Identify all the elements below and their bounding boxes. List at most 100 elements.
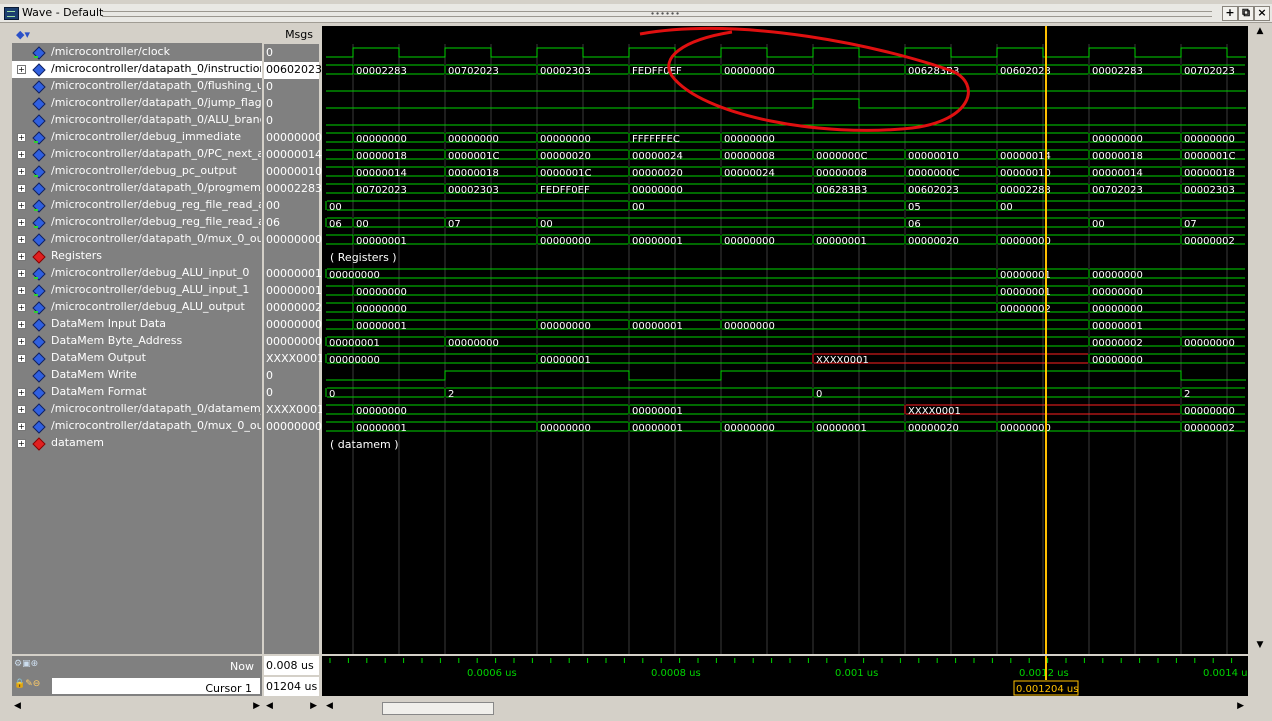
scroll-left-arrow-icon[interactable]: ◀ <box>326 701 333 711</box>
signal-row[interactable]: + /microcontroller/debug_ALU_input_0 <box>12 265 262 282</box>
expand-icon[interactable]: + <box>17 235 26 244</box>
signal-row[interactable]: + DataMem Input Data <box>12 316 262 333</box>
bus-value: 00000000 <box>632 185 683 196</box>
signal-row[interactable]: + /microcontroller/datapath_0/datamem_o..… <box>12 401 262 418</box>
cursor-name-box[interactable]: Cursor 1 <box>52 678 260 695</box>
signal-row[interactable]: + DataMem Format <box>12 384 262 401</box>
scroll-down-arrow-icon[interactable]: ▼ <box>1253 640 1267 654</box>
bus-value: 00000000 <box>329 270 380 281</box>
signal-row[interactable]: + DataMem Byte_Address <box>12 333 262 350</box>
scroll-left-arrow-icon[interactable]: ◀ <box>14 701 21 711</box>
signal-row[interactable]: + /microcontroller/debug_reg_file_read_ad… <box>12 197 262 214</box>
signal-row[interactable]: /microcontroller/datapath_0/flushing_uni… <box>12 78 262 95</box>
close-icon[interactable]: × <box>1254 6 1270 21</box>
wave-horizontal-scrollbar[interactable]: ◀ ▶ <box>322 700 1248 716</box>
signal-row[interactable]: + /microcontroller/debug_ALU_output <box>12 299 262 316</box>
add-icon[interactable]: + <box>1222 6 1238 21</box>
signal-row[interactable]: + DataMem Output <box>12 350 262 367</box>
scroll-up-arrow-icon[interactable]: ▲ <box>1253 26 1267 40</box>
signal-row[interactable]: /microcontroller/datapath_0/ALU_branch..… <box>12 112 262 129</box>
signal-name: /microcontroller/debug_ALU_output <box>51 300 245 313</box>
bus-value: 00000000 <box>724 66 775 77</box>
diamond-signal-icon <box>32 403 46 417</box>
signal-row[interactable]: + /microcontroller/debug_pc_output <box>12 163 262 180</box>
signal-row[interactable]: + /microcontroller/datapath_0/mux_0_outpu… <box>12 231 262 248</box>
signal-row[interactable]: + /microcontroller/datapath_0/PC_next_a..… <box>12 146 262 163</box>
green-arrow-signal-icon <box>32 199 46 213</box>
vertical-scrollbar[interactable]: ▲ ▼ <box>1250 26 1270 654</box>
bus-value: 0000000C <box>816 151 868 162</box>
cursor-lock-icon[interactable]: 🔒✎⊖ <box>14 679 40 689</box>
values-horizontal-scrollbar[interactable]: ◀ ▶ <box>264 700 319 716</box>
expand-icon[interactable]: + <box>17 133 26 142</box>
annotation-circle <box>639 27 970 132</box>
bus-value: 00000020 <box>632 168 683 179</box>
expand-icon[interactable]: + <box>17 337 26 346</box>
diamond-signal-icon <box>32 335 46 349</box>
bus-value: 00 <box>632 202 645 213</box>
bus-value: XXXX0001 <box>908 406 961 417</box>
bus-value: 00000000 <box>1092 304 1143 315</box>
bus-value: 00000000 <box>1092 287 1143 298</box>
signal-value: 00000000 <box>266 131 322 144</box>
cursor-value-box[interactable]: 01204 us <box>264 677 319 696</box>
expand-icon[interactable]: + <box>17 303 26 312</box>
names-horizontal-scrollbar[interactable]: ◀ ▶ <box>12 700 262 716</box>
diamond-signal-icon <box>32 182 46 196</box>
signal-name: DataMem Write <box>51 368 137 381</box>
scroll-right-arrow-icon[interactable]: ▶ <box>253 701 260 711</box>
expand-icon[interactable]: + <box>17 150 26 159</box>
signal-row[interactable]: DataMem Write <box>12 367 262 384</box>
expand-icon[interactable]: + <box>17 65 26 74</box>
now-tools-icon[interactable]: ⚙▣⊕ <box>14 659 38 669</box>
signal-row[interactable]: + /microcontroller/datapath_0/progmem_o..… <box>12 180 262 197</box>
expand-icon[interactable]: + <box>17 439 26 448</box>
undock-icon[interactable]: ⧉ <box>1238 6 1254 21</box>
signal-value: 0 <box>266 386 273 399</box>
expand-icon[interactable]: + <box>17 218 26 227</box>
signal-row[interactable]: /microcontroller/clock <box>12 44 262 61</box>
group-label: ( Registers ) <box>330 251 397 264</box>
waveform-canvas[interactable]: 00002283 00702023 00002303 FEDFF0EF 00000000… <box>322 26 1248 654</box>
expand-icon[interactable]: + <box>17 286 26 295</box>
signal-row[interactable]: + /microcontroller/debug_immediate <box>12 129 262 146</box>
signal-name: /microcontroller/datapath_0/mux_0_output <box>51 232 261 245</box>
expand-icon[interactable]: + <box>17 320 26 329</box>
expand-icon[interactable]: + <box>17 269 26 278</box>
wave-scroll-thumb[interactable] <box>382 702 494 715</box>
signal-value: 00000000 <box>266 420 322 433</box>
expand-icon[interactable]: + <box>17 167 26 176</box>
signal-row[interactable]: /microcontroller/datapath_0/jump_flag_..… <box>12 95 262 112</box>
bus-value: FEDFF0EF <box>540 185 590 196</box>
signal-toolbar-diamond-icon[interactable]: ◆▾ <box>16 28 30 41</box>
signal-name: Registers <box>51 249 103 262</box>
expand-icon[interactable]: + <box>17 388 26 397</box>
waveform-pane[interactable]: 00002283 00702023 00002303 FEDFF0EF 00000000… <box>322 26 1248 654</box>
signal-row[interactable]: + /microcontroller/datapath_0/instruction <box>12 61 262 78</box>
bus-value: 00000001 <box>356 423 407 434</box>
expand-icon[interactable]: + <box>17 184 26 193</box>
scroll-left-arrow-icon[interactable]: ◀ <box>266 701 273 711</box>
time-axis[interactable]: 0.0006 us 0.0008 us 0.001 us 0.0012 us 0.001… <box>322 656 1253 696</box>
bus-value: 00000018 <box>448 168 499 179</box>
bus-value: 00000000 <box>1184 406 1235 417</box>
signal-value: 0 <box>266 114 273 127</box>
bus-value: 00000000 <box>1092 134 1143 145</box>
signal-row[interactable]: + Registers <box>12 248 262 265</box>
expand-icon[interactable]: + <box>17 252 26 261</box>
scroll-right-arrow-icon[interactable]: ▶ <box>310 701 317 711</box>
signal-value: 0 <box>266 46 273 59</box>
expand-icon[interactable]: + <box>17 405 26 414</box>
now-value-box: 0.008 us <box>264 656 319 675</box>
signal-row[interactable]: + /microcontroller/debug_reg_file_read_ad… <box>12 214 262 231</box>
signal-row[interactable]: + /microcontroller/datapath_0/mux_0_outpu… <box>12 418 262 435</box>
window-titlebar[interactable]: Wave - Default ∙∙∙∙∙∙ + ⧉ × <box>0 4 1272 23</box>
expand-icon[interactable]: + <box>17 201 26 210</box>
time-axis-canvas[interactable]: 0.0006 us 0.0008 us 0.001 us 0.0012 us 0.001… <box>322 656 1253 696</box>
signal-row[interactable]: + /microcontroller/debug_ALU_input_1 <box>12 282 262 299</box>
scroll-right-arrow-icon[interactable]: ▶ <box>1237 701 1244 711</box>
expand-icon[interactable]: + <box>17 422 26 431</box>
signal-row[interactable]: + datamem <box>12 435 262 452</box>
expand-icon[interactable]: + <box>17 354 26 363</box>
bus-value: 00002303 <box>540 66 591 77</box>
